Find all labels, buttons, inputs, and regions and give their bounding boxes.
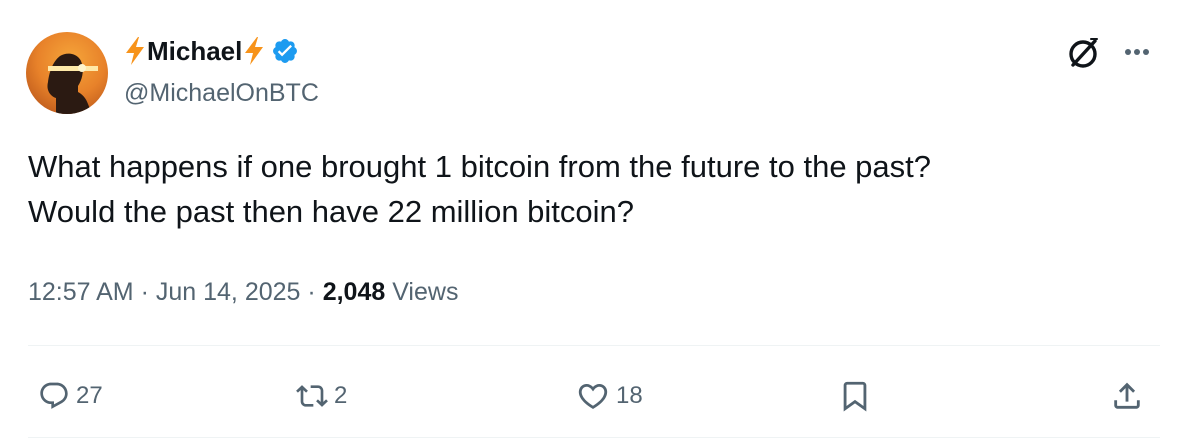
- author-name-text: Michael: [147, 36, 243, 66]
- share-icon: [1114, 382, 1140, 409]
- author-handle[interactable]: @MichaelOnBTC: [124, 78, 319, 108]
- author-name-row[interactable]: Michael: [124, 34, 299, 68]
- reply-button[interactable]: 27: [38, 366, 103, 426]
- views-count[interactable]: 2,048: [323, 278, 386, 306]
- tweet-time[interactable]: 12:57 AM: [28, 278, 134, 306]
- divider: [28, 345, 1160, 346]
- lightning-bolt-icon: [243, 36, 265, 66]
- more-options-icon[interactable]: [1114, 38, 1160, 66]
- grok-icon[interactable]: [1064, 34, 1102, 72]
- repost-icon: [296, 385, 328, 407]
- views-label: Views: [392, 278, 459, 306]
- repost-button[interactable]: 2: [296, 366, 347, 426]
- tweet-date[interactable]: Jun 14, 2025: [156, 278, 301, 306]
- heart-icon: [578, 383, 608, 409]
- like-count: 18: [616, 382, 643, 409]
- reply-count: 27: [76, 382, 103, 409]
- bookmark-icon: [843, 381, 867, 412]
- lightning-bolt-icon: [124, 36, 146, 66]
- tweet-text-line: What happens if one brought 1 bitcoin fr…: [28, 149, 932, 184]
- tweet-text: What happens if one brought 1 bitcoin fr…: [28, 144, 1148, 234]
- meta-separator: ·: [140, 278, 149, 306]
- tweet-meta: 12:57 AM · Jun 14, 2025 · 2,048 Views: [28, 276, 458, 308]
- share-button[interactable]: [1110, 366, 1144, 426]
- repost-count: 2: [334, 382, 348, 409]
- meta-separator: ·: [307, 278, 316, 306]
- bookmark-button[interactable]: [838, 366, 872, 426]
- action-bar: 27 2 18: [0, 366, 1180, 426]
- tweet-text-line: Would the past then have 22 million bitc…: [28, 194, 635, 229]
- divider: [28, 437, 1160, 438]
- avatar[interactable]: [26, 32, 108, 114]
- tweet-card: Michael @MichaelOnBTC What happens if on…: [0, 0, 1180, 446]
- reply-icon: [40, 382, 68, 409]
- verified-badge-icon[interactable]: [271, 37, 299, 65]
- author-display-name[interactable]: Michael: [124, 35, 265, 67]
- like-button[interactable]: 18: [576, 366, 643, 426]
